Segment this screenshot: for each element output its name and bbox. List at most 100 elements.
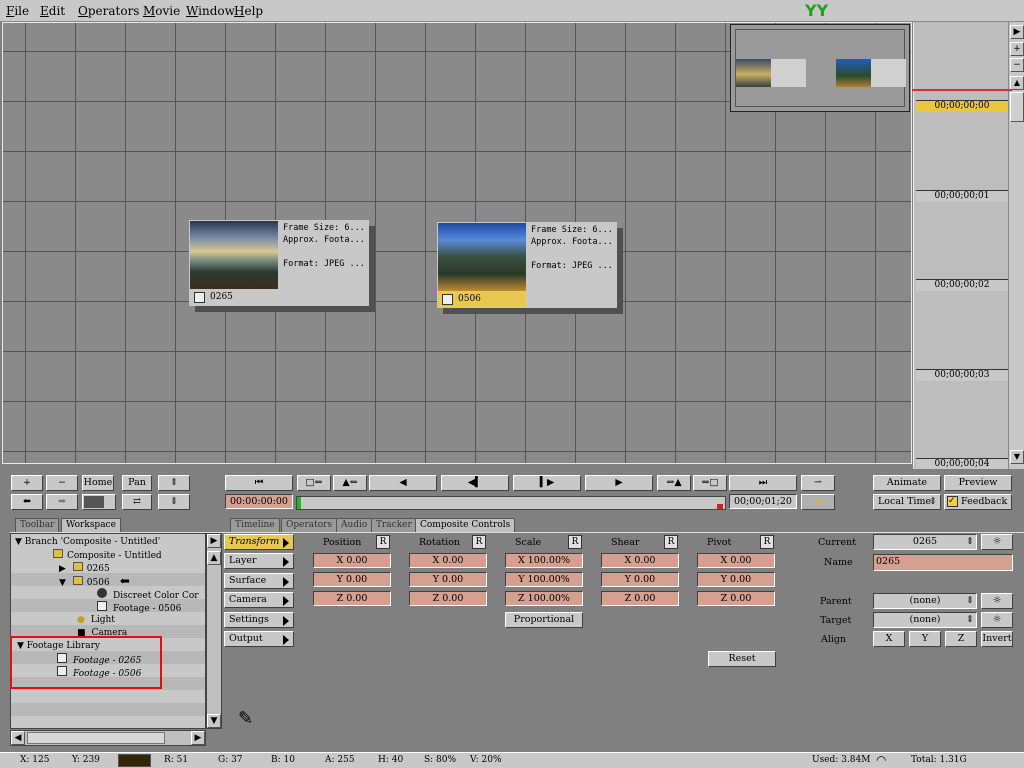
layer-button[interactable]: Layer (224, 553, 294, 569)
connect-icon[interactable]: ⇄ (122, 494, 152, 510)
settings-button[interactable]: Settings (224, 612, 294, 628)
scroll-down-icon[interactable]: ▼ (207, 714, 221, 728)
x-value-field[interactable]: X 0.00 (313, 553, 391, 568)
tab-composite-controls[interactable]: Composite Controls (415, 518, 516, 532)
tree-item[interactable]: ● Light (77, 614, 115, 627)
z-value-field[interactable]: Z 0.00 (409, 591, 487, 606)
zoom-out-button[interactable]: − (46, 475, 78, 491)
scroll-up-icon[interactable]: ▲ (207, 551, 221, 565)
local-time-select[interactable]: Local Time ⇕ (873, 494, 941, 510)
footage-node-0265[interactable]: Frame Size: 6... Approx. Foota... Format… (189, 220, 369, 306)
tab-timeline[interactable]: Timeline (230, 518, 280, 532)
z-value-field[interactable]: Z 100.00% (505, 591, 583, 606)
tree-item[interactable]: ▶ 0265 (59, 562, 110, 575)
proportional-button[interactable]: Proportional (505, 612, 583, 628)
zoom-in-button[interactable]: + (1010, 42, 1024, 56)
tab-workspace[interactable]: Workspace (61, 518, 121, 532)
next-key-icon[interactable]: ⇒□ (693, 475, 727, 491)
tree-item[interactable]: ▼ Branch 'Composite - Untitled' (15, 536, 160, 549)
reset-button[interactable]: Reset (708, 651, 776, 667)
timecode-end[interactable]: 00;00;01;20 (729, 494, 797, 509)
name-field[interactable]: 0265 (873, 554, 1013, 571)
pick-icon[interactable]: ☼ (981, 534, 1013, 550)
z-value-field[interactable]: Z 0.00 (697, 591, 775, 606)
scroll-right-icon[interactable]: ▶ (207, 534, 221, 548)
y-value-field[interactable]: Y 0.00 (697, 572, 775, 587)
reset-r-button[interactable]: R (568, 535, 582, 549)
tab-toolbar[interactable]: Toolbar (15, 518, 60, 532)
current-select[interactable]: 0265 ⇕ (873, 534, 977, 550)
invert-button[interactable]: Invert (981, 631, 1013, 647)
parent-select[interactable]: (none) ⇕ (873, 593, 977, 609)
align-x-button[interactable]: X (873, 631, 905, 647)
next-marker-icon[interactable]: ⇒▲ (657, 475, 691, 491)
align-z-button[interactable]: Z (945, 631, 977, 647)
zoom-out-button[interactable]: − (1010, 58, 1024, 72)
timecode-start[interactable]: 00:00:00:00 (225, 494, 293, 509)
y-value-field[interactable]: Y 0.00 (601, 572, 679, 587)
loop-icon[interactable]: ⇀ (801, 475, 835, 491)
animate-button[interactable]: Animate (873, 475, 941, 491)
transform-button[interactable]: Transform (224, 534, 294, 550)
workspace-tree[interactable]: ▼ Branch 'Composite - Untitled' Composit… (10, 533, 206, 729)
output-button[interactable]: Output (224, 631, 294, 647)
home-button[interactable]: Home (82, 475, 114, 491)
feedback-checkbox[interactable]: ✓ Feedback (944, 494, 1012, 510)
step-back-icon[interactable]: ◀▍ (441, 475, 509, 491)
move-down-icon[interactable]: ⇓ (158, 494, 190, 510)
forward-arrow-icon[interactable]: ➡ (46, 494, 78, 510)
time-slider[interactable] (296, 496, 726, 510)
camera-button[interactable]: Camera (224, 592, 294, 608)
reset-r-button[interactable]: R (472, 535, 486, 549)
z-value-field[interactable]: Z 0.00 (601, 591, 679, 606)
pan-button[interactable]: Pan (122, 475, 152, 491)
step-forward-icon[interactable]: ▍▶ (513, 475, 581, 491)
prev-key-icon[interactable]: □⇐ (297, 475, 331, 491)
go-to-end-icon[interactable]: ⏭ (729, 475, 797, 491)
reset-r-button[interactable]: R (664, 535, 678, 549)
menu-movie[interactable]: Movie (143, 4, 180, 18)
target-select[interactable]: (none) ⇕ (873, 612, 977, 628)
play-icon[interactable]: ▶ (585, 475, 653, 491)
navigator-panel[interactable] (730, 24, 910, 112)
reset-r-button[interactable]: R (376, 535, 390, 549)
menu-window[interactable]: Window (186, 4, 235, 18)
pick-icon[interactable]: ☼ (981, 593, 1013, 609)
play-reverse-icon[interactable]: ◀ (369, 475, 437, 491)
tree-hscroll[interactable]: ◀ ▶ (10, 730, 206, 746)
scroll-down-button[interactable]: ▼ (1010, 450, 1024, 464)
zoom-in-button[interactable]: + (11, 475, 43, 491)
menu-help[interactable]: Help (234, 4, 263, 18)
prev-marker-icon[interactable]: ▲⇐ (333, 475, 367, 491)
pick-icon[interactable]: ☼ (981, 612, 1013, 628)
expand-button[interactable]: ▶ (1010, 25, 1024, 39)
preview-button[interactable]: Preview (944, 475, 1012, 491)
surface-button[interactable]: Surface (224, 573, 294, 589)
y-value-field[interactable]: Y 0.00 (313, 572, 391, 587)
menu-operators[interactable]: Operators (78, 4, 139, 18)
tree-vscroll[interactable]: ▶ ▲ ▼ (206, 533, 222, 729)
go-to-start-icon[interactable]: ⏮ (225, 475, 293, 491)
x-value-field[interactable]: X 100.00% (505, 553, 583, 568)
menu-edit[interactable]: Edit (40, 4, 65, 18)
tab-audio[interactable]: Audio (336, 518, 373, 532)
tree-item[interactable]: ▼ 0506 ⬅ (59, 575, 130, 589)
y-value-field[interactable]: Y 100.00% (505, 572, 583, 587)
back-arrow-icon[interactable]: ⬅ (11, 494, 43, 510)
menu-file[interactable]: File (6, 4, 29, 18)
z-value-field[interactable]: Z 0.00 (313, 591, 391, 606)
scroll-up-button[interactable]: ▲ (1010, 76, 1024, 90)
scroll-right-icon[interactable]: ▶ (191, 731, 205, 745)
scroll-thumb[interactable] (1010, 92, 1024, 122)
color-swatch-button[interactable] (82, 494, 116, 510)
tree-item[interactable]: Composite - Untitled (53, 549, 162, 562)
scroll-left-icon[interactable]: ◀ (11, 731, 25, 745)
y-value-field[interactable]: Y 0.00 (409, 572, 487, 587)
x-value-field[interactable]: X 0.00 (409, 553, 487, 568)
move-up-icon[interactable]: ⇑ (158, 475, 190, 491)
tree-item[interactable]: Discreet Color Cor (97, 588, 199, 601)
x-value-field[interactable]: X 0.00 (601, 553, 679, 568)
audio-speaker-icon[interactable]: ◀) (801, 494, 835, 510)
tab-tracker[interactable]: Tracker (371, 518, 417, 532)
scroll-thumb[interactable] (27, 732, 165, 744)
